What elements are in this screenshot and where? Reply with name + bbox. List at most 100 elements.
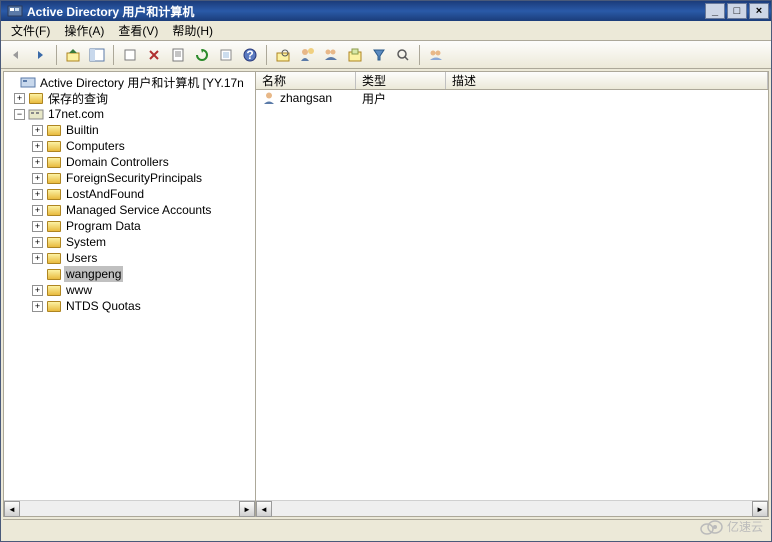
scroll-left-button[interactable]: ◄: [256, 501, 272, 517]
cell-type: 用户: [356, 90, 446, 107]
expand-icon[interactable]: +: [32, 189, 43, 200]
tree-label: Computers: [64, 138, 127, 154]
list-row[interactable]: zhangsan 用户: [256, 90, 768, 106]
add-to-group-button[interactable]: [425, 44, 447, 66]
tree-label: 17net.com: [46, 106, 106, 122]
svg-text:?: ?: [246, 48, 253, 62]
expand-icon[interactable]: +: [32, 285, 43, 296]
menu-bar: 文件(F) 操作(A) 查看(V) 帮助(H): [1, 21, 771, 41]
tree-pane: Active Directory 用户和计算机 [YY.17n + 保存的查询 …: [4, 72, 256, 516]
expand-icon[interactable]: +: [14, 93, 25, 104]
tree-node-child[interactable]: + ForeignSecurityPrincipals: [4, 170, 255, 186]
forward-button[interactable]: [29, 44, 51, 66]
content-area: Active Directory 用户和计算机 [YY.17n + 保存的查询 …: [3, 71, 769, 517]
expand-icon[interactable]: +: [32, 301, 43, 312]
window-title: Active Directory 用户和计算机: [27, 3, 705, 20]
collapse-icon[interactable]: −: [14, 109, 25, 120]
new-user-button[interactable]: [296, 44, 318, 66]
tree-label: NTDS Quotas: [64, 298, 143, 314]
folder-icon: [46, 139, 62, 153]
tree-node-child[interactable]: + Program Data: [4, 218, 255, 234]
scroll-right-button[interactable]: ►: [752, 501, 768, 517]
export-button[interactable]: [215, 44, 237, 66]
new-ou-button[interactable]: [344, 44, 366, 66]
list-scrollbar-h[interactable]: ◄ ►: [256, 500, 768, 516]
scroll-right-button[interactable]: ►: [239, 501, 255, 517]
tree-scrollbar-h[interactable]: ◄ ►: [4, 500, 255, 516]
toolbar-separator: [113, 45, 114, 65]
expand-icon[interactable]: +: [32, 253, 43, 264]
menu-file[interactable]: 文件(F): [5, 20, 56, 41]
list-body[interactable]: zhangsan 用户: [256, 90, 768, 500]
expand-icon[interactable]: +: [32, 205, 43, 216]
expand-icon[interactable]: +: [32, 141, 43, 152]
folder-icon: [46, 235, 62, 249]
no-expander: [6, 77, 17, 88]
expand-icon[interactable]: +: [32, 157, 43, 168]
list-pane: 名称 类型 描述 zhangsan 用户 ◄ ►: [256, 72, 768, 516]
new-group-button[interactable]: [320, 44, 342, 66]
menu-help[interactable]: 帮助(H): [166, 20, 219, 41]
cut-button[interactable]: [119, 44, 141, 66]
app-icon: [7, 3, 23, 19]
tree-label: Builtin: [64, 122, 101, 138]
scroll-track[interactable]: [20, 501, 239, 516]
col-desc[interactable]: 描述: [446, 72, 768, 89]
refresh-button[interactable]: [191, 44, 213, 66]
folder-icon: [46, 123, 62, 137]
tree-node-child[interactable]: +Users: [4, 250, 255, 266]
expand-icon[interactable]: +: [32, 221, 43, 232]
tree-node-domain[interactable]: − 17net.com: [4, 106, 255, 122]
tree-label: wangpeng: [64, 266, 123, 282]
tree-node-child[interactable]: + Domain Controllers: [4, 154, 255, 170]
user-icon: [262, 91, 276, 105]
tree-label: ForeignSecurityPrincipals: [64, 170, 204, 186]
help-button[interactable]: ?: [239, 44, 261, 66]
folder-icon: [46, 187, 62, 201]
tree-node-child[interactable]: +System: [4, 234, 255, 250]
tree-node-child[interactable]: + NTDS Quotas: [4, 298, 255, 314]
tree-view[interactable]: Active Directory 用户和计算机 [YY.17n + 保存的查询 …: [4, 72, 255, 500]
maximize-button[interactable]: □: [727, 3, 747, 19]
up-button[interactable]: [62, 44, 84, 66]
show-hide-tree-button[interactable]: [86, 44, 108, 66]
tree-root[interactable]: Active Directory 用户和计算机 [YY.17n: [4, 74, 255, 90]
menu-view[interactable]: 查看(V): [112, 20, 164, 41]
tree-node-child[interactable]: +LostAndFound: [4, 186, 255, 202]
tree-label: Domain Controllers: [64, 154, 171, 170]
tree-node-child[interactable]: + Builtin: [4, 122, 255, 138]
col-name[interactable]: 名称: [256, 72, 356, 89]
folder-icon: [46, 251, 62, 265]
tree-label: Program Data: [64, 218, 143, 234]
delete-button[interactable]: [143, 44, 165, 66]
properties-button[interactable]: [167, 44, 189, 66]
tree-node-child[interactable]: wangpeng: [4, 266, 255, 282]
back-button[interactable]: [5, 44, 27, 66]
titlebar[interactable]: Active Directory 用户和计算机 _ □ ×: [1, 1, 771, 21]
watermark-text: 亿速云: [727, 518, 763, 535]
find-button[interactable]: [272, 44, 294, 66]
expand-icon[interactable]: +: [32, 173, 43, 184]
expand-icon[interactable]: +: [32, 237, 43, 248]
tree-node-saved-queries[interactable]: + 保存的查询: [4, 90, 255, 106]
folder-icon: [46, 299, 62, 313]
find-objects-button[interactable]: [392, 44, 414, 66]
col-type[interactable]: 类型: [356, 72, 446, 89]
toolbar-separator: [419, 45, 420, 65]
tree-node-child[interactable]: +www: [4, 282, 255, 298]
folder-icon: [46, 171, 62, 185]
tree-node-child[interactable]: +Managed Service Accounts: [4, 202, 255, 218]
ad-root-icon: [20, 75, 36, 89]
scroll-left-button[interactable]: ◄: [4, 501, 20, 517]
close-button[interactable]: ×: [749, 3, 769, 19]
menu-action[interactable]: 操作(A): [58, 20, 110, 41]
tree-node-child[interactable]: + Computers: [4, 138, 255, 154]
folder-icon: [46, 203, 62, 217]
watermark: 亿速云: [699, 518, 763, 535]
expand-icon[interactable]: +: [32, 125, 43, 136]
filter-button[interactable]: [368, 44, 390, 66]
scroll-track[interactable]: [272, 501, 752, 516]
tree-label: 保存的查询: [46, 89, 110, 108]
minimize-button[interactable]: _: [705, 3, 725, 19]
toolbar: ?: [1, 41, 771, 69]
